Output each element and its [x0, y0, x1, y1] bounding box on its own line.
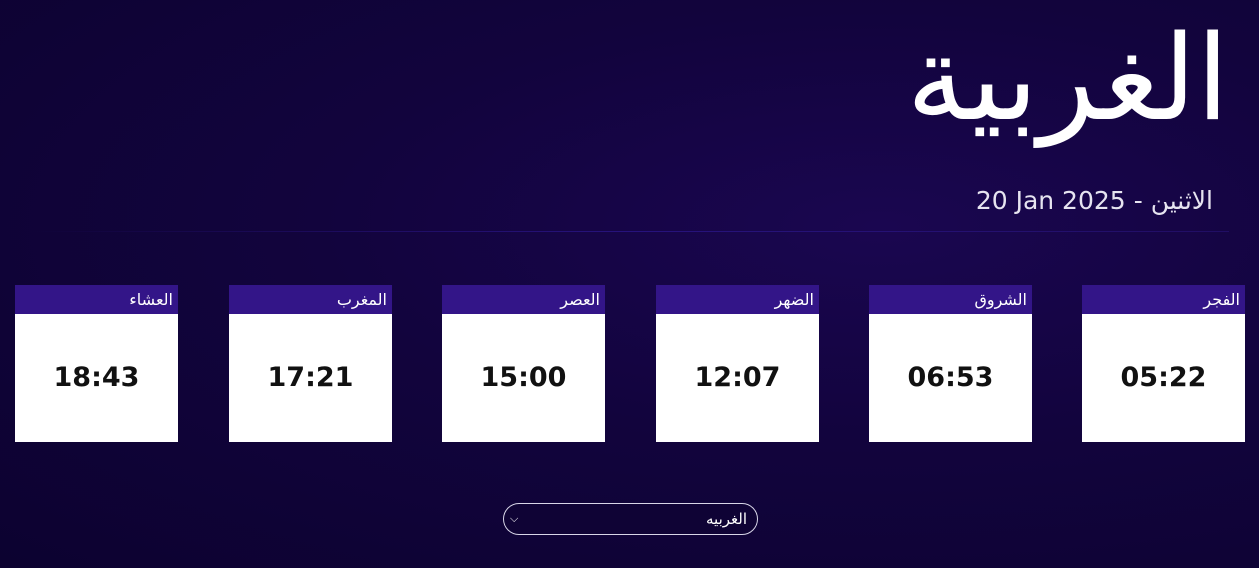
header-divider — [30, 231, 1229, 232]
prayer-time: 06:53 — [869, 314, 1032, 442]
prayer-name: الفجر — [1082, 285, 1245, 314]
gregorian-date: 20 Jan 2025 — [975, 186, 1126, 215]
prayer-name: الشروق — [869, 285, 1032, 314]
prayer-card-sunrise: الشروق 06:53 — [869, 285, 1032, 442]
city-select-value: الغربيه — [706, 510, 747, 528]
prayer-time: 17:21 — [229, 314, 392, 442]
date-separator: - — [1133, 186, 1143, 215]
prayer-time: 12:07 — [656, 314, 819, 442]
prayer-name: العشاء — [15, 285, 178, 314]
prayer-name: المغرب — [229, 285, 392, 314]
chevron-down-icon: ⌵ — [510, 512, 519, 525]
prayer-card-dhuhr: الضهر 12:07 — [656, 285, 819, 442]
prayer-name: العصر — [442, 285, 605, 314]
prayer-time: 15:00 — [442, 314, 605, 442]
prayer-card-maghrib: المغرب 17:21 — [229, 285, 392, 442]
day-name: الاثنين — [1150, 186, 1213, 215]
prayer-card-isha: العشاء 18:43 — [15, 285, 178, 442]
prayer-card-asr: العصر 15:00 — [442, 285, 605, 442]
prayer-time: 18:43 — [15, 314, 178, 442]
prayer-name: الضهر — [656, 285, 819, 314]
city-select[interactable]: الغربيه ⌵ — [503, 503, 758, 535]
prayer-time: 05:22 — [1082, 314, 1245, 442]
date-line: الاثنين-20 Jan 2025 — [976, 186, 1213, 215]
prayer-card-fajr: الفجر 05:22 — [1082, 285, 1245, 442]
prayer-times-row: الفجر 05:22 الشروق 06:53 الضهر 12:07 الع… — [0, 285, 1259, 442]
city-title: الغربية — [906, 9, 1229, 147]
